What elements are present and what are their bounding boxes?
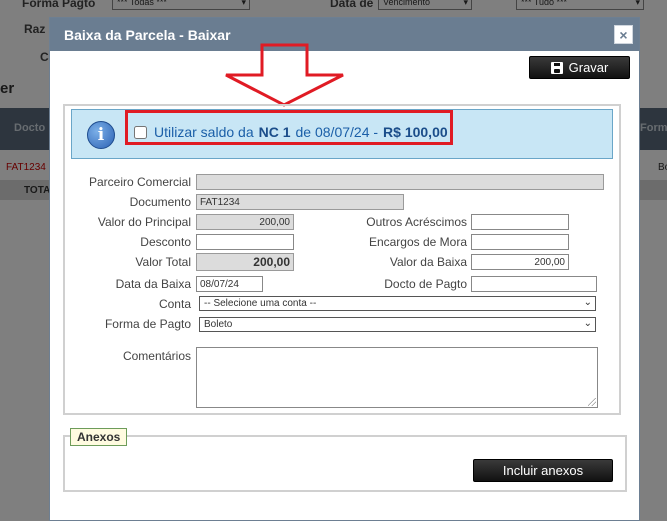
resize-grip-icon[interactable] [588,398,596,406]
desconto-label: Desconto [140,235,191,249]
conta-selected-value: -- Selecione uma conta -- [204,298,317,309]
parceiro-label: Parceiro Comercial [88,175,191,189]
close-button[interactable]: × [614,25,633,44]
data-baixa-label: Data da Baixa [115,277,191,291]
anexos-panel: Anexos Incluir anexos [63,428,627,492]
encargos-input[interactable] [471,234,569,250]
desconto-input[interactable] [196,234,294,250]
chevron-down-icon: ⌄ [583,297,592,308]
gravar-label: Gravar [568,60,609,75]
incluir-anexos-label: Incluir anexos [502,463,584,478]
incluir-anexos-button[interactable]: Incluir anexos [473,459,613,482]
form-panel: i Utilizar saldo da NC 1 de 08/07/24 - R… [63,104,621,415]
docto-pagto-label: Docto de Pagto [384,277,467,291]
comentarios-textarea[interactable] [196,347,598,408]
documento-field: FAT1234 [196,194,404,210]
conta-label: Conta [158,297,191,311]
forma-pagto-select[interactable]: Boleto ⌄ [199,317,596,332]
comentarios-label: Comentários [122,349,191,363]
data-baixa-input[interactable]: 08/07/24 [196,276,263,292]
documento-label: Documento [129,195,191,209]
info-icon: i [87,121,115,149]
valor-total-label: Valor Total [135,255,191,269]
floppy-disk-icon [550,61,563,74]
valor-total-field: 200,00 [196,253,294,271]
baixa-parcela-dialog: Baixa da Parcela - Baixar × Gravar i Uti… [49,17,640,521]
valor-principal-field: 200,00 [196,214,294,230]
gravar-button[interactable]: Gravar [529,56,630,79]
down-arrow-icon [225,43,344,107]
close-icon: × [619,26,628,43]
outros-acrescimos-input[interactable] [471,214,569,230]
forma-pagto-selected-value: Boleto [204,319,233,330]
highlight-box [125,110,453,145]
valor-principal-label: Valor do Principal [97,215,191,229]
forma-pagto-label: Forma de Pagto [104,317,191,331]
dialog-title: Baixa da Parcela - Baixar [64,26,231,43]
encargos-label: Encargos de Mora [368,235,467,249]
valor-baixa-input[interactable]: 200,00 [471,254,569,270]
saldo-info-box: i Utilizar saldo da NC 1 de 08/07/24 - R… [71,109,613,159]
parceiro-field [196,174,604,190]
docto-pagto-input[interactable] [471,276,597,292]
outros-acrescimos-label: Outros Acréscimos [366,215,467,229]
conta-select[interactable]: -- Selecione uma conta -- ⌄ [199,296,596,311]
chevron-down-icon: ⌄ [583,318,592,329]
valor-baixa-label: Valor da Baixa [389,255,467,269]
anexos-legend: Anexos [70,428,128,446]
